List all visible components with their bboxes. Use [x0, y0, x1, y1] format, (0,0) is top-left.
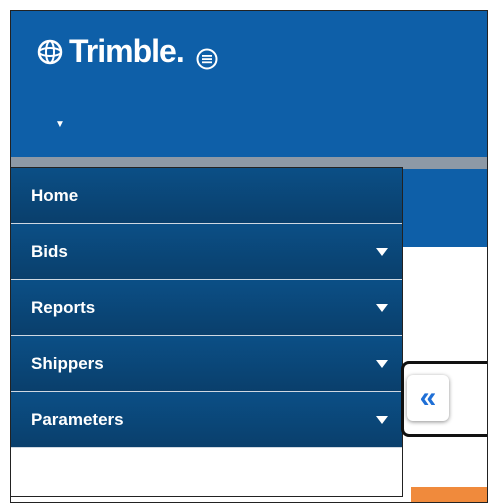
content-header-band: [401, 169, 487, 247]
sidebar-item-home[interactable]: Home: [11, 168, 402, 224]
sidebar-item-shippers[interactable]: Shippers: [11, 336, 402, 392]
caret-down-icon: [376, 415, 388, 424]
sidebar-item-label: Parameters: [31, 409, 124, 429]
sidebar-nav: Home Bids Reports Shippers Parameters: [11, 167, 403, 497]
user-dropdown-caret[interactable]: ▼: [55, 119, 65, 130]
accent-strip: [411, 487, 487, 502]
caret-down-icon: [376, 303, 388, 312]
brand-name: Trimble.: [69, 33, 185, 69]
app-frame: Trimble. ▼ Home Bids Reports Shippers Pa…: [10, 10, 488, 503]
top-header: Trimble. ▼: [11, 11, 487, 157]
caret-down-icon: [376, 359, 388, 368]
sidebar-item-label: Reports: [31, 297, 96, 317]
sidebar-blank: [11, 448, 402, 496]
trimble-globe-icon: [35, 37, 65, 67]
collapse-sidebar-button[interactable]: «: [407, 375, 449, 421]
sidebar-item-label: Bids: [31, 241, 68, 261]
sidebar-item-label: Home: [31, 185, 79, 205]
sidebar-item-reports[interactable]: Reports: [11, 280, 402, 336]
sidebar-item-bids[interactable]: Bids: [11, 224, 402, 280]
brand[interactable]: Trimble.: [35, 33, 218, 70]
sidebar-item-parameters[interactable]: Parameters: [11, 392, 402, 448]
menu-icon[interactable]: [196, 41, 218, 69]
caret-down-icon: [376, 247, 388, 256]
sidebar-item-label: Shippers: [31, 353, 104, 373]
chevrons-left-icon: «: [419, 381, 437, 414]
